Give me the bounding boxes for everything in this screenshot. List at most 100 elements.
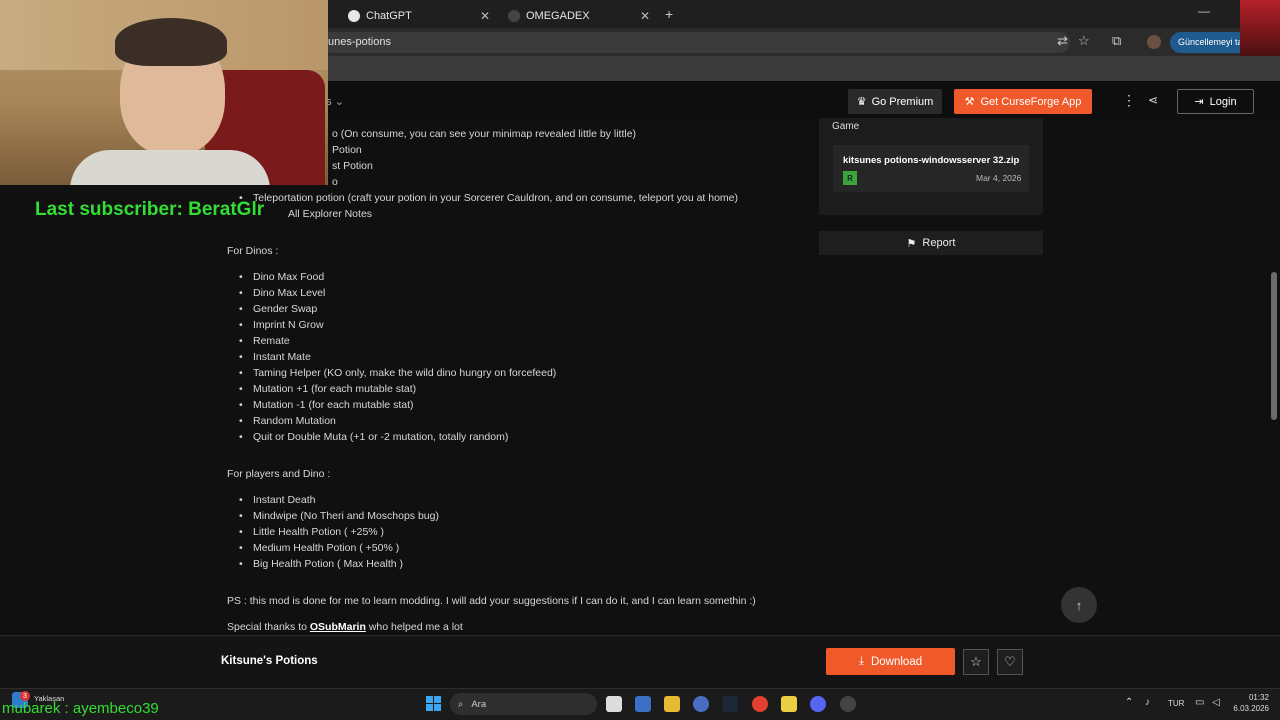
section-heading: For Dinos : [227,245,279,257]
tab-title: ChatGPT [366,10,412,22]
scroll-to-top-button[interactable]: ↑ [1061,587,1097,623]
go-premium-button[interactable]: ♛ Go Premium [848,89,942,114]
thanks-suffix: who helped me a lot [365,621,463,633]
flag-icon: ⚑ [906,237,917,250]
microphone-icon[interactable]: ♪ [1145,697,1150,708]
chat-overlay-line: mubarek : ayembeco39 [2,700,159,717]
arrow-up-icon: ↑ [1075,597,1083,613]
download-icon: ⤓ [858,655,864,667]
webcam-overlay [0,0,328,185]
panel-label: Game [832,121,860,132]
close-tab-icon[interactable]: ✕ [640,9,650,23]
app-icon[interactable] [693,696,709,712]
project-title: Kitsune's Potions [221,655,318,667]
url-bar[interactable]: unes-potions [320,32,1070,53]
tray-overflow-icon[interactable]: ⌃ [1125,697,1133,708]
crown-icon: ♛ [856,96,867,108]
calculator-icon[interactable] [635,696,651,712]
url-text: unes-potions [328,36,391,48]
release-badge: R [843,171,857,185]
volume-icon[interactable]: ◁ [1212,697,1220,708]
list-item: Mindwipe (No Theri and Moschops bug) [239,510,439,522]
file-date: Mar 4, 2026 [976,173,1022,183]
list-item: Imprint N Grow [239,319,324,331]
list-item: Big Health Potion ( Max Health ) [239,558,403,570]
list-item: o [332,176,338,188]
task-view-icon[interactable] [606,696,622,712]
bookmark-star-icon[interactable]: ☆ [1078,33,1090,49]
clock-time: 01:32 [1248,693,1269,702]
omegadex-favicon-icon [508,10,520,22]
list-item: All Explorer Notes [288,208,373,220]
start-button-icon[interactable] [426,696,441,711]
login-icon: ⇥ [1194,96,1204,108]
list-item: Random Mutation [239,415,336,427]
page-scrollbar[interactable] [1271,272,1277,420]
chatgpt-favicon-icon [348,10,360,22]
sticky-notes-icon[interactable] [781,696,797,712]
anvil-icon: ⚒ [964,96,975,108]
translate-icon[interactable]: ⇄ [1057,33,1068,49]
download-button[interactable]: ⤓ Download [826,648,955,675]
list-item: o (On consume, you can see your minimap … [332,128,637,140]
new-tab-icon[interactable]: + [665,6,673,22]
get-app-button[interactable]: ⚒ Get CurseForge App [954,89,1092,114]
section-heading: For players and Dino : [227,468,331,480]
follow-heart-button[interactable]: ♡ [997,649,1023,675]
clock-date: 6.03.2026 [1233,704,1269,713]
list-item: Teleportation potion (craft your potion … [239,192,738,204]
search-label: Ara [471,698,487,710]
list-item: Dino Max Food [239,271,324,283]
list-item: Quit or Double Muta (+1 or -2 mutation, … [239,431,508,443]
list-item: Dino Max Level [239,287,325,299]
list-item: Remate [239,335,290,347]
minimize-icon[interactable]: — [1198,4,1210,18]
steam-icon[interactable] [722,696,738,712]
list-item: Mutation +1 (for each mutable stat) [239,383,416,395]
user-link[interactable]: OSubMarin [310,621,366,633]
share-icon[interactable]: ⋖ [1148,93,1158,107]
report-button[interactable]: ⚑ Report [819,231,1043,255]
hair [115,18,227,66]
extensions-icon[interactable]: ⧉ [1112,33,1121,49]
list-item: Instant Mate [239,351,311,363]
thanks-prefix: Special thanks to [227,621,310,633]
tab-omegadex[interactable]: OMEGADEX ✕ [500,4,658,28]
list-item: Potion [332,144,362,156]
file-explorer-icon[interactable] [664,696,680,712]
start-tile [426,696,433,703]
list-item: Gender Swap [239,303,317,315]
language-indicator[interactable]: TUR [1168,699,1184,708]
app-label: Get CurseForge App [980,95,1082,108]
shirt [70,150,270,185]
app-icon[interactable] [840,696,856,712]
discord-icon[interactable] [810,696,826,712]
list-item: Taming Helper (KO only, make the wild di… [239,367,556,379]
chrome-icon[interactable] [752,696,768,712]
star-icon: ☆ [970,654,982,669]
list-item: Little Health Potion ( +25% ) [239,526,384,538]
profile-avatar[interactable] [1147,35,1161,49]
file-card[interactable] [833,145,1029,192]
last-subscriber-overlay: Last subscriber: BeratGlr [35,199,265,220]
list-item: Instant Death [239,494,316,506]
file-name[interactable]: kitsunes potions-windowsserver 32.zip [843,155,1019,166]
start-tile [434,696,441,703]
premium-label: Go Premium [871,95,934,108]
search-icon: ⌕ [458,698,464,710]
login-label: Login [1209,95,1237,108]
login-button[interactable]: ⇥ Login [1177,89,1254,114]
clock[interactable]: 01:32 6.03.2026 [1231,692,1269,714]
chevron-down-icon: ⌄ [334,96,344,108]
ps-note: PS : this mod is done for me to learn mo… [227,595,756,607]
thanks-line: Special thanks to OSubMarin who helped m… [227,621,463,633]
heart-icon: ♡ [1004,654,1016,669]
favorite-star-button[interactable]: ☆ [963,649,989,675]
taskbar-search[interactable]: ⌕ Ara [450,693,597,715]
tab-chatgpt[interactable]: ChatGPT ✕ [340,4,498,28]
close-tab-icon[interactable]: ✕ [480,9,490,23]
streamer-thumbnail [1240,0,1280,56]
network-icon[interactable]: ▭ [1195,697,1204,708]
list-item: st Potion [332,160,373,172]
more-options-icon[interactable]: ⋮ [1122,92,1136,109]
